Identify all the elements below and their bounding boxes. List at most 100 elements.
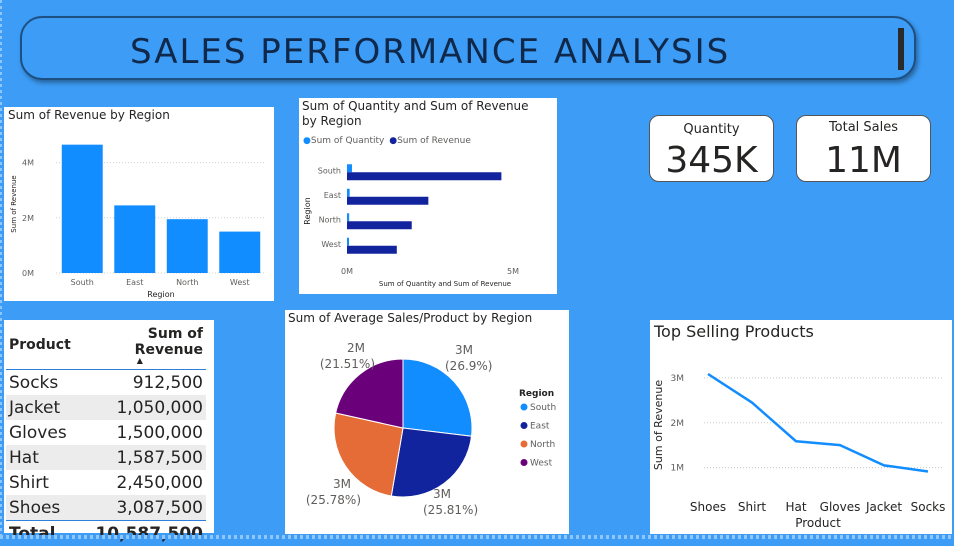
cell-product: Shirt (6, 470, 74, 495)
x-tick-label: Socks (911, 500, 946, 514)
x-tick-label: 0M (341, 267, 353, 276)
bar-west (219, 232, 260, 273)
y-tick-label: West (321, 240, 341, 249)
y-axis-title: Sum of Revenue (10, 175, 18, 232)
pie-legend-marker-east (521, 422, 528, 429)
kpi-quantity-label: Quantity (650, 122, 773, 137)
table-row: Hat1,587,500 (6, 445, 206, 470)
x-tick-label: Hat (785, 500, 806, 514)
pie-percent-label: (25.78%) (306, 493, 361, 507)
pie-legend-label: West (530, 459, 553, 469)
cell-product: Gloves (6, 420, 74, 445)
pie-legend-marker-north (521, 441, 528, 448)
x-tick-label: Shirt (738, 500, 766, 514)
cell-revenue: 912,500 (74, 370, 206, 396)
x-tick-label: East (126, 278, 143, 287)
bar-revenue-north (347, 221, 412, 229)
bar-north (167, 219, 208, 273)
x-tick-label: Jacket (865, 500, 902, 514)
pie-value-label: 3M (455, 343, 473, 357)
table-row: Shirt2,450,000 (6, 470, 206, 495)
table-row: Socks912,500 (6, 370, 206, 396)
bar-quantity-north (347, 213, 349, 221)
kpi-total-sales-label: Total Sales (797, 120, 930, 135)
top-products-chart: 1M2M3MShoesShirtHatGlovesJacketSocksProd… (650, 320, 952, 534)
y-tick-label: 1M (671, 464, 685, 474)
pie-legend-label: North (530, 440, 555, 450)
column-header-revenue-label: Sum of Revenue (135, 326, 203, 358)
sort-ascending-icon: ▲ (77, 358, 203, 364)
y-tick-label: 2M (671, 419, 685, 429)
bar-quantity-west (347, 238, 349, 246)
pie-legend-marker-west (521, 459, 528, 466)
y-axis-title: Region (303, 197, 312, 224)
pie-legend-marker-south (521, 404, 528, 411)
table-row: Gloves1,500,000 (6, 420, 206, 445)
bar-quantity-east (347, 189, 350, 197)
pie-value-label: 3M (433, 487, 451, 501)
x-tick-label: South (71, 278, 94, 287)
bar-revenue-west (347, 246, 397, 254)
title-banner: SALES PERFORMANCE ANALYSIS (20, 16, 916, 80)
kpi-total-sales-value: 11M (797, 140, 930, 181)
total-value: 10,587,500 (74, 521, 206, 546)
total-label: Total (6, 521, 74, 546)
x-tick-label: Gloves (820, 500, 861, 514)
avg-sales-pie-chart: 3M (26.9%) 3M (25.81%) 3M (25.78%) 2M (21.51%) R… (285, 310, 569, 534)
x-tick-label: Shoes (690, 500, 726, 514)
y-tick-label: 0M (22, 269, 34, 278)
y-tick-label: 2M (22, 214, 34, 223)
page-title: SALES PERFORMANCE ANALYSIS (130, 32, 730, 72)
cell-revenue: 2,450,000 (74, 470, 206, 495)
x-axis-title: Region (147, 290, 174, 299)
quantity-revenue-chart: SouthEastNorthWest0M5MSum of Quantity an… (299, 98, 557, 294)
pie-legend-label: East (530, 422, 550, 432)
pie-percent-label: (26.9%) (445, 359, 492, 373)
pie-legend-title: Region (519, 389, 554, 399)
pie-percent-label: (21.51%) (320, 357, 375, 371)
x-tick-label: 5M (507, 267, 519, 276)
cell-product: Socks (6, 370, 74, 396)
y-tick-label: North (319, 215, 341, 224)
cell-revenue: 1,050,000 (74, 395, 206, 420)
pie-percent-label: (25.81%) (423, 503, 478, 517)
table-row: Jacket1,050,000 (6, 395, 206, 420)
table-total-row: Total10,587,500 (6, 521, 206, 546)
bar-east (114, 205, 155, 273)
kpi-quantity-value: 345K (650, 140, 773, 181)
top-products-card[interactable]: Top Selling Products 1M2M3MShoesShirtHat… (650, 320, 952, 534)
cell-product: Hat (6, 445, 74, 470)
revenue-by-region-card[interactable]: Sum of Revenue by Region 0M2M4MSouthEast… (4, 107, 274, 301)
y-tick-label: 4M (22, 159, 34, 168)
pie-value-label: 3M (333, 477, 351, 491)
x-axis-title: Product (795, 516, 841, 530)
canvas-edge-left (0, 0, 2, 539)
canvas-edge-bottom (0, 535, 954, 539)
quantity-revenue-card[interactable]: Sum of Quantity and Sum of Revenue by Re… (299, 98, 557, 294)
y-tick-label: South (318, 166, 341, 175)
kpi-quantity-card[interactable]: Quantity 345K (649, 115, 774, 182)
y-axis-title: Sum of Revenue (652, 380, 665, 470)
table-row: Shoes3,087,500 (6, 495, 206, 521)
avg-sales-pie-card[interactable]: Sum of Average Sales/Product by Region 3… (285, 310, 569, 534)
bar-quantity-south (347, 164, 352, 172)
y-tick-label: East (324, 191, 341, 200)
x-tick-label: North (176, 278, 198, 287)
revenue-by-region-chart: 0M 2M 4M South East North West Region Sum of Rev… (4, 107, 274, 301)
pie-legend-label: South (530, 403, 556, 413)
pie-slice-east (391, 428, 471, 497)
cell-product: Shoes (6, 495, 74, 521)
cell-revenue: 1,500,000 (74, 420, 206, 445)
column-header-product[interactable]: Product (6, 324, 74, 370)
cell-revenue: 3,087,500 (74, 495, 206, 521)
x-axis-title: Sum of Quantity and Sum of Revenue (379, 280, 511, 288)
bar-revenue-south (347, 172, 501, 180)
kpi-total-sales-card[interactable]: Total Sales 11M (796, 115, 931, 182)
pie-value-label: 2M (347, 341, 365, 355)
text-cursor (898, 28, 904, 70)
cell-revenue: 1,587,500 (74, 445, 206, 470)
x-tick-label: West (230, 278, 250, 287)
column-header-revenue[interactable]: Sum of Revenue ▲ (74, 324, 206, 370)
product-revenue-table: Product Sum of Revenue ▲ Socks912,500 Ja… (6, 324, 206, 546)
bar-revenue-east (347, 197, 428, 205)
